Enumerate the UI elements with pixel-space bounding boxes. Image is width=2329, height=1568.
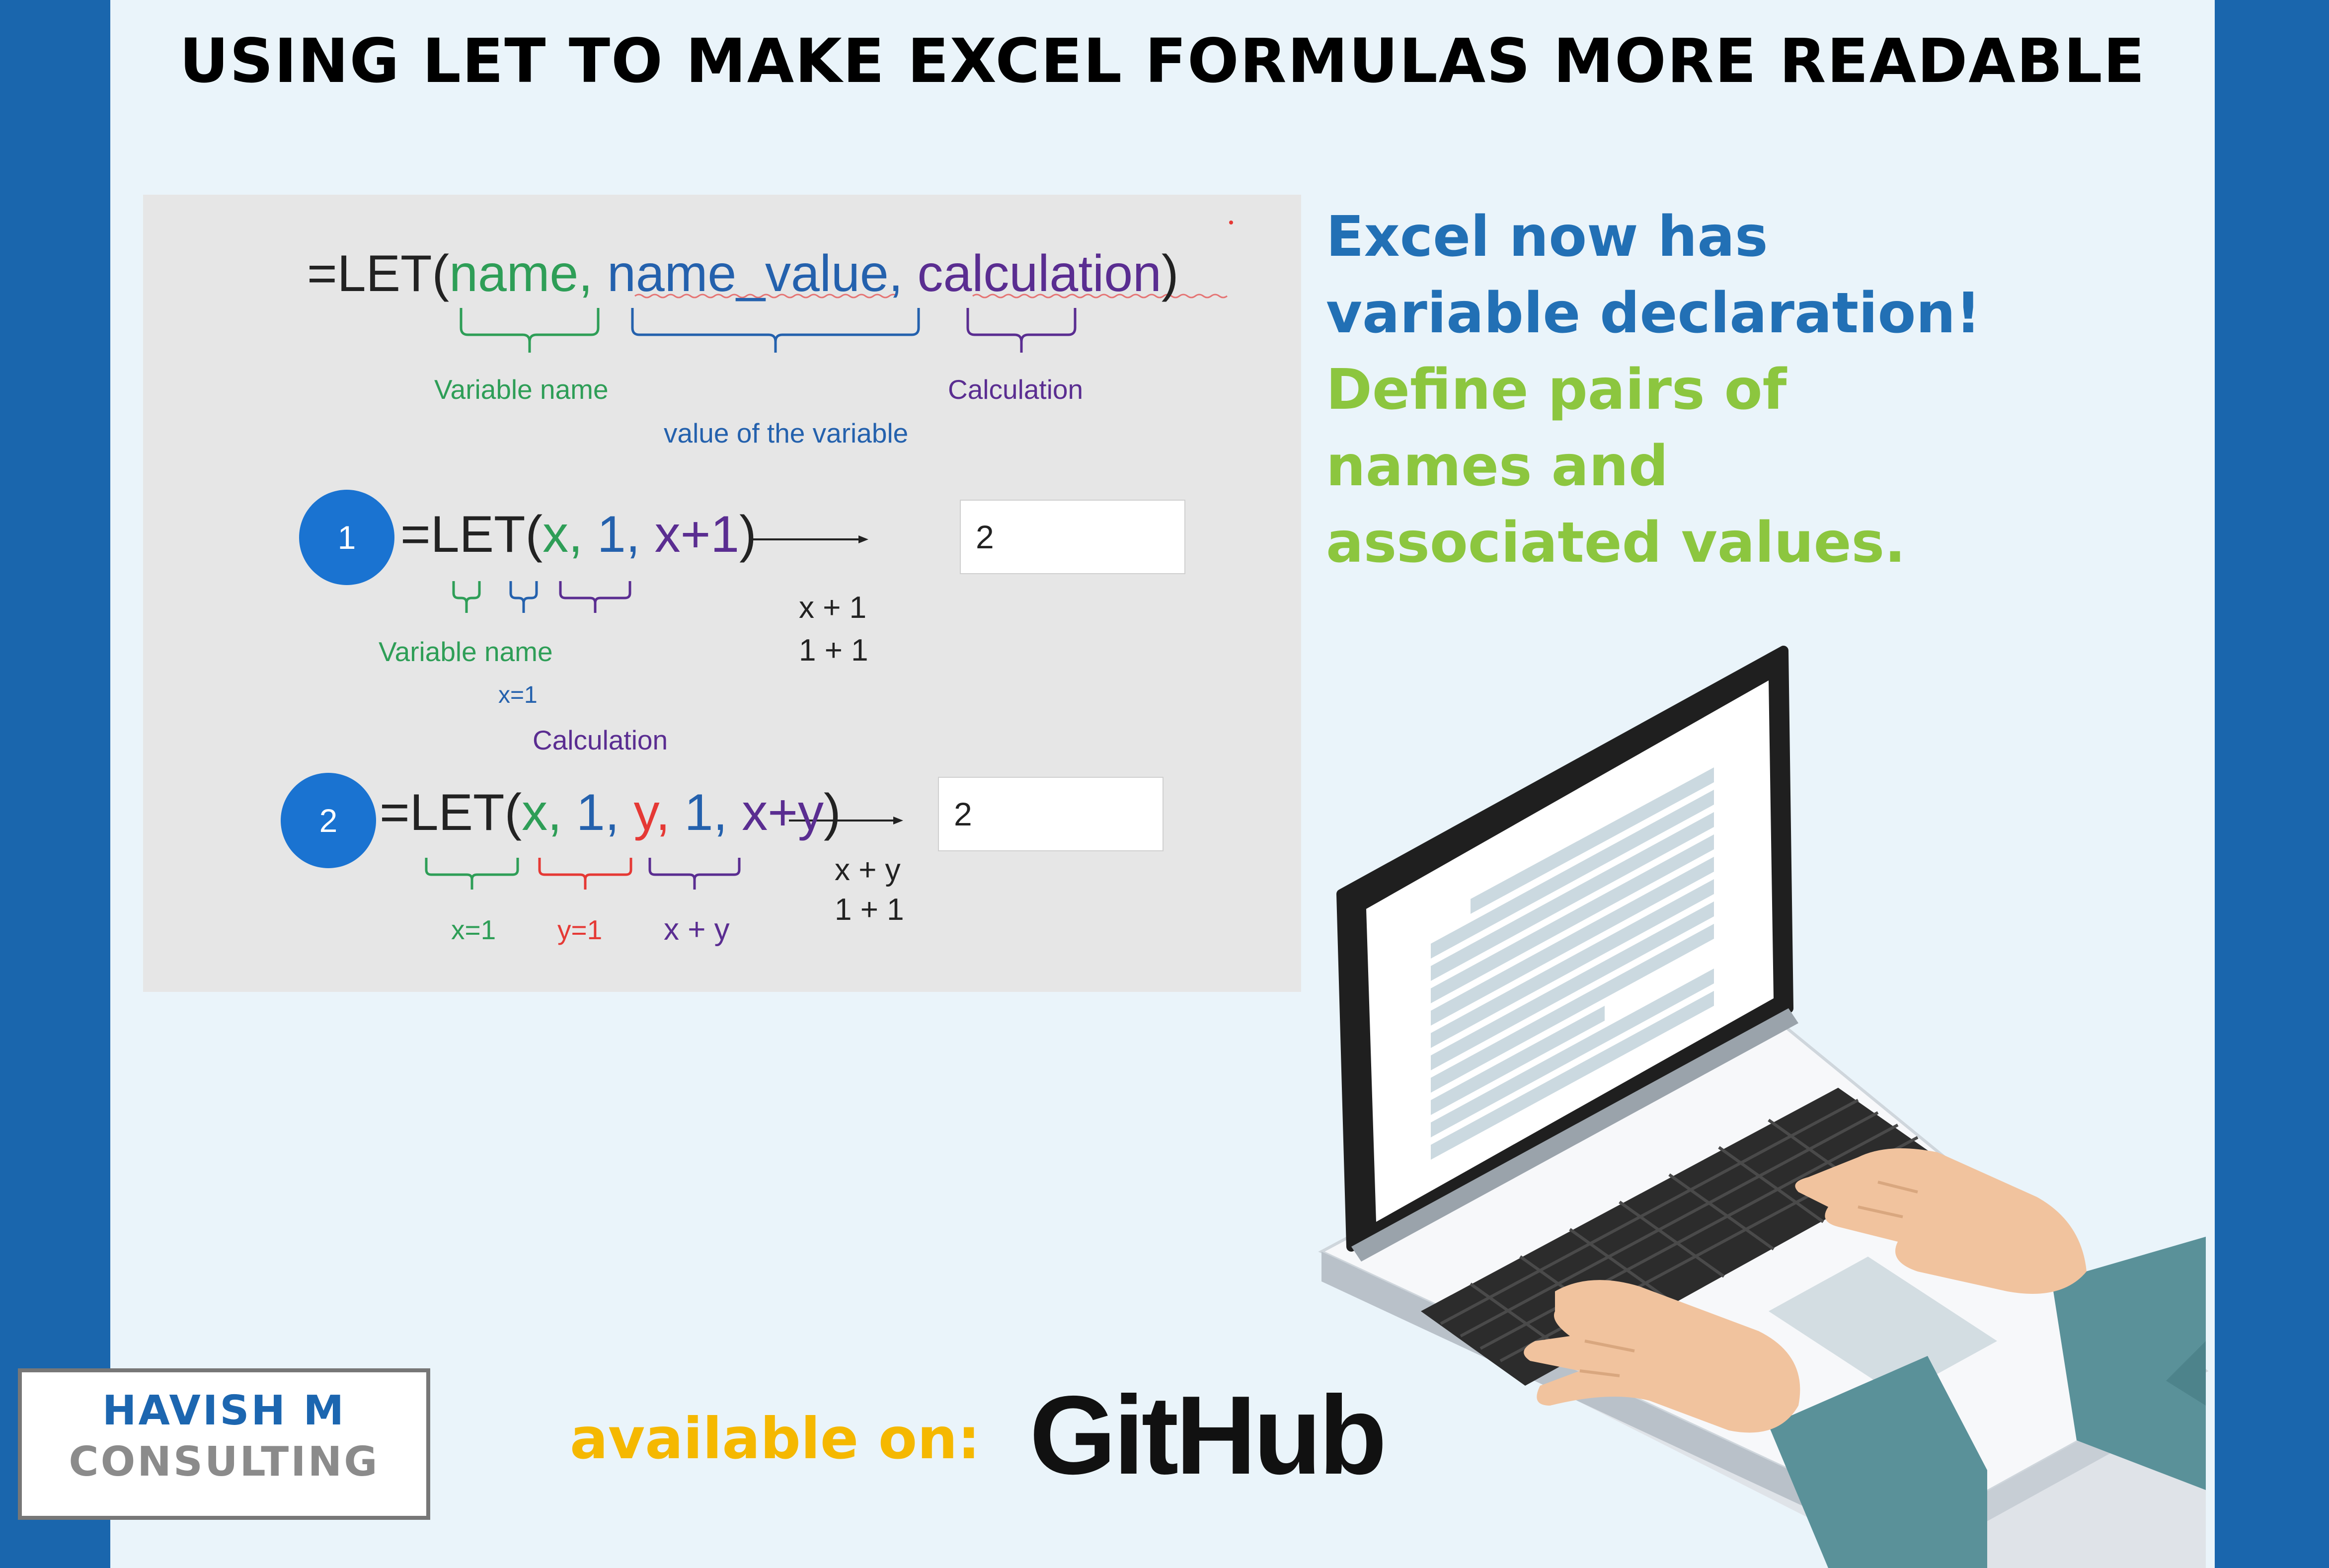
logo-line-1: HAVISH M: [102, 1387, 346, 1434]
laptop-icon: [1318, 646, 2209, 1568]
logo-line-2: CONSULTING: [69, 1438, 380, 1486]
havish-m-consulting-logo: HAVISH M CONSULTING: [18, 1368, 430, 1520]
